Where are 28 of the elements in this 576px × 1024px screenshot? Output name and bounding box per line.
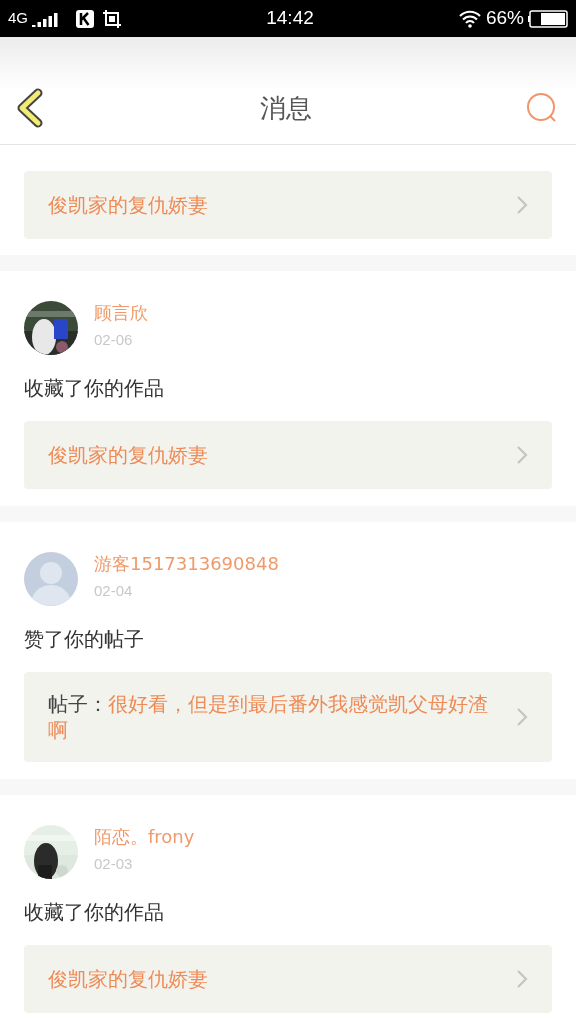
clock: 14:42 [266,6,314,31]
network-label: 4G [8,8,28,29]
work-link-card[interactable]: 俊凯家的复仇娇妻 [24,945,552,1013]
chevron-right-icon [516,969,528,989]
action-text: 收藏了你的作品 [23,899,165,926]
work-link-card[interactable]: 俊凯家的复仇娇妻 [24,421,552,489]
work-title: 俊凯家的复仇娇妻 [48,966,208,993]
work-title: 俊凯家的复仇娇妻 [48,442,208,469]
chevron-right-icon [516,445,528,465]
battery-icon [528,9,568,28]
user-name[interactable]: 陌恋。frony [94,825,195,849]
work-title: 俊凯家的复仇娇妻 [48,192,208,219]
avatar-silhouette-icon [24,552,78,606]
screenshot-icon [102,8,122,29]
user-name[interactable]: 游客1517313690848 [94,552,279,576]
work-link-card[interactable]: 俊凯家的复仇娇妻 [24,171,552,239]
signal-icon [32,10,60,27]
chevron-right-icon [516,707,528,727]
page-title: 消息 [259,92,313,125]
wifi-icon [457,9,482,28]
battery-percent: 66% [485,6,524,31]
chevron-right-icon [516,195,528,215]
action-text: 赞了你的帖子 [23,626,145,653]
user-name[interactable]: 顾言欣 [94,301,148,325]
action-text: 收藏了你的作品 [23,375,165,402]
work-link-card[interactable]: 帖子：很好看，但是到最后番外我感觉凯父母好渣啊 [24,672,552,762]
k-app-icon [76,9,94,28]
post-excerpt: 帖子：很好看，但是到最后番外我感觉凯父母好渣啊 [48,691,489,743]
